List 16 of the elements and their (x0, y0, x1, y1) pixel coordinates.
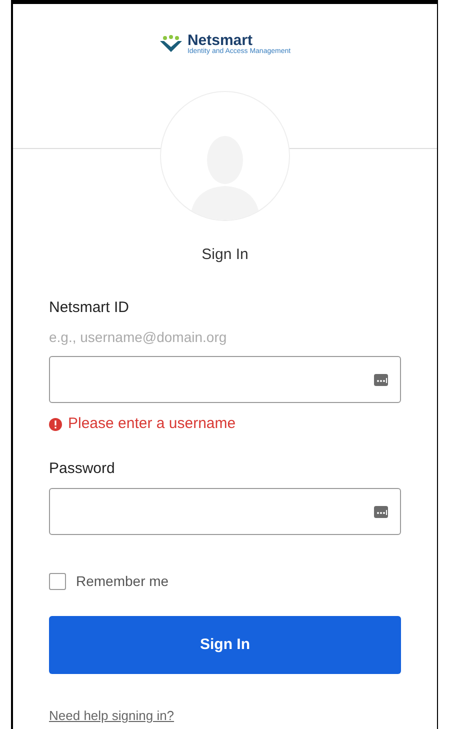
password-manager-icon[interactable] (374, 506, 388, 518)
field-label: Password (49, 458, 116, 478)
checkbox-label: Remember me (76, 572, 169, 591)
sign-in-button[interactable]: Sign In (49, 616, 401, 674)
logo-icon (159, 35, 184, 53)
error-icon (49, 418, 62, 431)
input-field[interactable] (49, 356, 401, 403)
logo-name: Netsmart (187, 33, 252, 48)
password-manager-icon[interactable] (374, 374, 388, 386)
remember-checkbox[interactable] (49, 573, 66, 590)
help-link[interactable]: Need help signing in? (49, 708, 174, 723)
error-message: Please enter a username (68, 414, 236, 434)
page-title: Sign In (200, 245, 250, 265)
field-label: Netsmart ID (49, 298, 130, 318)
input-field[interactable] (49, 488, 401, 535)
field-hint: e.g., username@domain.org (49, 328, 228, 347)
